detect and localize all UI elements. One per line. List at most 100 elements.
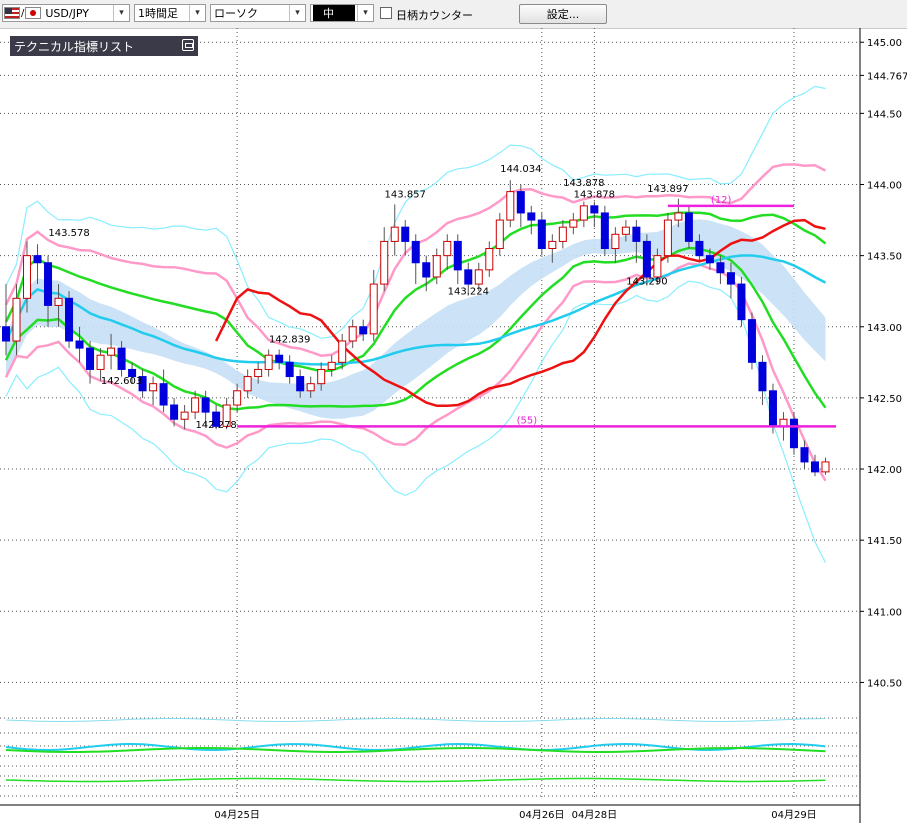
candle-body bbox=[474, 269, 483, 285]
candle-body bbox=[737, 283, 746, 321]
horizontal-line-label: (12) bbox=[711, 195, 732, 206]
y-tick-label: 144.00 bbox=[867, 180, 902, 191]
counter-checkbox[interactable] bbox=[380, 7, 392, 19]
y-tick-label: 141.50 bbox=[867, 536, 902, 547]
price-chart: (55) (12) 143.578 142.603 142.278 142.839 143… bbox=[0, 28, 907, 823]
candle-body bbox=[705, 255, 714, 264]
chevron-down-icon[interactable]: ▾ bbox=[289, 5, 305, 21]
candle-body bbox=[233, 390, 242, 406]
x-tick-label: 04月25日 bbox=[214, 809, 259, 821]
candle-body bbox=[600, 212, 609, 250]
symbol-label: USD/JPY bbox=[45, 6, 89, 20]
candle-body bbox=[768, 390, 777, 427]
price-label: 142.839 bbox=[269, 335, 310, 346]
candle-body bbox=[653, 255, 662, 278]
candle-body bbox=[380, 240, 389, 285]
candle-body bbox=[485, 248, 494, 271]
y-tick-label: 140.50 bbox=[867, 678, 902, 689]
candle-body bbox=[695, 240, 704, 257]
candle-body bbox=[327, 361, 336, 370]
candle-body bbox=[149, 383, 158, 392]
candle-body bbox=[180, 411, 189, 420]
settings-button[interactable]: 設定... bbox=[519, 4, 607, 24]
us-flag-icon bbox=[4, 7, 20, 19]
candle-body bbox=[86, 347, 95, 370]
candle-body bbox=[558, 226, 567, 242]
y-tick-label: 144.50 bbox=[867, 109, 902, 120]
candle-body bbox=[359, 326, 368, 335]
candle-body bbox=[369, 283, 378, 335]
chevron-down-icon[interactable]: ▾ bbox=[113, 5, 129, 21]
candle-body bbox=[716, 262, 725, 274]
candle-body bbox=[663, 219, 672, 257]
candle-body bbox=[243, 376, 252, 392]
candle-body bbox=[191, 397, 200, 413]
candle-body bbox=[306, 383, 315, 392]
chevron-down-icon[interactable]: ▾ bbox=[189, 5, 205, 21]
candle-body bbox=[201, 397, 210, 413]
timeframe-select[interactable]: 1時間足 ▾ bbox=[134, 4, 206, 22]
candle-body bbox=[611, 233, 620, 250]
oscillator-line bbox=[5, 718, 826, 723]
candle-body bbox=[296, 376, 305, 392]
candle-body bbox=[674, 212, 683, 221]
candle-body bbox=[758, 361, 767, 392]
chart-style-label: ローソク bbox=[214, 7, 258, 20]
candle-body bbox=[548, 240, 557, 250]
candle-body bbox=[33, 255, 42, 264]
counter-label: 日柄カウンター bbox=[396, 9, 473, 22]
y-tick-label: 143.50 bbox=[867, 252, 902, 263]
candle-body bbox=[621, 226, 630, 235]
candle-body bbox=[632, 226, 641, 242]
candle-body bbox=[422, 262, 431, 278]
candle-body bbox=[54, 297, 63, 306]
candle-body bbox=[264, 354, 273, 370]
candle-body bbox=[96, 354, 105, 370]
price-label: 143.578 bbox=[48, 228, 89, 239]
jp-flag-icon bbox=[25, 7, 42, 19]
candle-body bbox=[590, 205, 599, 214]
x-tick-label: 04月28日 bbox=[572, 809, 617, 821]
candle-body bbox=[495, 219, 504, 250]
candle-body bbox=[810, 461, 819, 473]
price-label: 142.603 bbox=[101, 376, 142, 387]
chevron-down-icon[interactable]: ▾ bbox=[357, 5, 373, 21]
price-label: 143.857 bbox=[385, 190, 426, 201]
candle-body bbox=[254, 368, 263, 378]
candle-body bbox=[170, 404, 179, 420]
candle-body bbox=[453, 240, 462, 271]
y-tick-label: 145.00 bbox=[867, 38, 902, 49]
price-label: 143.878 bbox=[563, 178, 604, 189]
candle-body bbox=[579, 205, 588, 221]
chart-style-select[interactable]: ローソク ▾ bbox=[210, 4, 306, 22]
candle-body bbox=[684, 212, 693, 242]
price-label: 143.878 bbox=[574, 190, 615, 201]
candle-body bbox=[464, 269, 473, 285]
candle-body bbox=[65, 297, 74, 342]
candle-body bbox=[726, 272, 735, 285]
price-label: 144.034 bbox=[500, 164, 541, 175]
horizontal-line-label: (55) bbox=[517, 415, 538, 426]
timeframe-label: 1時間足 bbox=[138, 7, 178, 20]
candle-body bbox=[107, 347, 116, 356]
technical-indicator-list[interactable]: テクニカル指標リスト bbox=[10, 36, 198, 56]
candle-body bbox=[285, 361, 294, 378]
candle-body bbox=[275, 354, 284, 363]
minimize-icon[interactable] bbox=[182, 39, 194, 51]
chart-grid bbox=[0, 28, 860, 798]
x-axis: 04月25日 04月26日 04月28日 04月29日 bbox=[0, 804, 860, 821]
candle-body bbox=[348, 326, 357, 342]
price-label: 143.290 bbox=[626, 276, 667, 287]
symbol-select[interactable]: / USD/JPY ▾ bbox=[2, 4, 130, 22]
candle-body bbox=[159, 383, 168, 406]
candle-body bbox=[537, 219, 546, 250]
candle-body bbox=[747, 319, 756, 363]
candle-body bbox=[506, 191, 515, 221]
candle-body bbox=[2, 326, 10, 342]
y-axis: 145.00 144.767 144.50 144.00 143.50 143.00 142… bbox=[859, 28, 907, 823]
size-select[interactable]: 中 ▾ bbox=[310, 4, 374, 22]
y-tick-label: 142.50 bbox=[867, 394, 902, 405]
candle-body bbox=[338, 340, 347, 363]
candle-body bbox=[789, 418, 798, 449]
candle-body bbox=[642, 240, 651, 278]
